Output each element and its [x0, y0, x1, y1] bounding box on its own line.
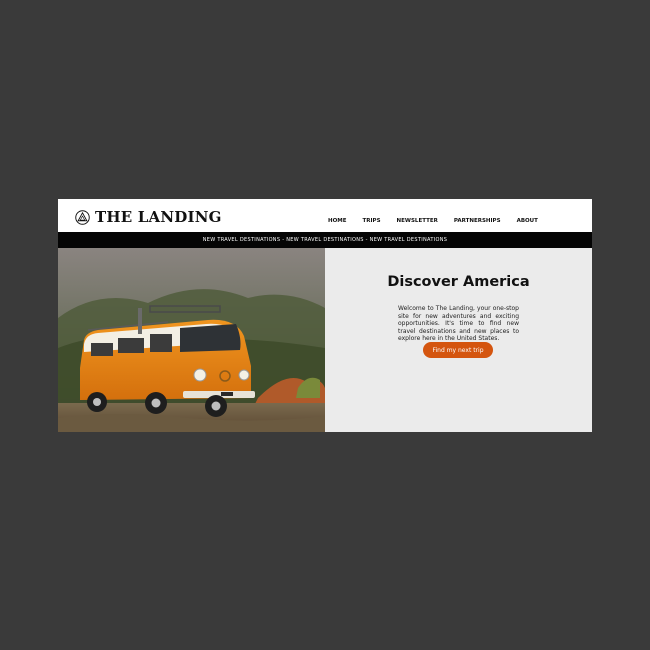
main-nav: HOME TRIPS NEWSLETTER PARTNERSHIPS ABOUT: [328, 218, 538, 225]
nav-item-partnerships[interactable]: PARTNERSHIPS: [454, 218, 501, 225]
brand-logo[interactable]: THE LANDING: [75, 209, 222, 225]
landing-page: THE LANDING HOME TRIPS NEWSLETTER PARTNE…: [58, 199, 592, 432]
nav-item-about[interactable]: ABOUT: [517, 218, 538, 225]
find-next-trip-button[interactable]: Find my next trip: [423, 342, 493, 358]
brand-name: THE LANDING: [95, 208, 222, 226]
hero-description: Welcome to The Landing, your one-stop si…: [398, 305, 519, 343]
nav-item-trips[interactable]: TRIPS: [363, 218, 381, 225]
ticker-bar: NEW TRAVEL DESTINATIONS - NEW TRAVEL DES…: [58, 232, 592, 248]
hero-title: Discover America: [387, 274, 530, 290]
hero-panel: Discover America Welcome to The Landing,…: [325, 248, 592, 432]
nav-item-home[interactable]: HOME: [328, 218, 347, 225]
nav-item-newsletter[interactable]: NEWSLETTER: [397, 218, 438, 225]
hero-van-image: [58, 248, 325, 432]
site-header: THE LANDING HOME TRIPS NEWSLETTER PARTNE…: [58, 199, 592, 232]
triangle-logo-icon: [75, 209, 90, 225]
ticker-text: NEW TRAVEL DESTINATIONS - NEW TRAVEL DES…: [202, 237, 448, 243]
